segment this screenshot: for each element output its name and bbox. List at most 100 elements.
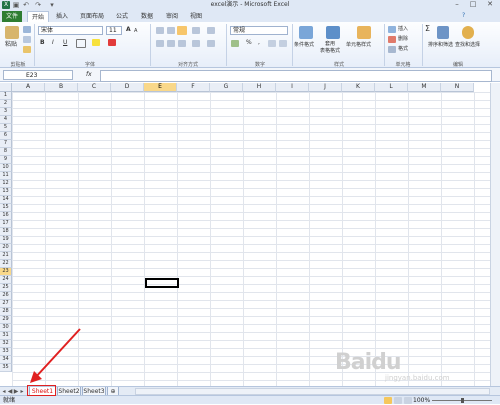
insert-cells-button[interactable]: 插入 xyxy=(398,25,408,33)
row-header[interactable]: 13 xyxy=(0,188,12,196)
format-painter-icon[interactable] xyxy=(23,46,31,53)
column-header[interactable]: I xyxy=(276,83,309,92)
vertical-scrollbar[interactable] xyxy=(490,83,500,386)
row-header[interactable]: 19 xyxy=(0,236,12,244)
row-header[interactable]: 29 xyxy=(0,316,12,324)
tab-review[interactable]: 审阅 xyxy=(162,11,182,22)
copy-icon[interactable] xyxy=(23,36,31,43)
font-color-icon[interactable] xyxy=(108,39,116,46)
decrease-indent-icon[interactable] xyxy=(192,40,200,47)
page-break-view-icon[interactable] xyxy=(404,397,412,404)
align-left-icon[interactable] xyxy=(156,40,164,47)
autosum-button[interactable]: Σ xyxy=(425,25,430,33)
orientation-icon[interactable] xyxy=(192,27,200,34)
cut-icon[interactable] xyxy=(23,26,31,33)
row-header[interactable]: 12 xyxy=(0,180,12,188)
row-header[interactable]: 3 xyxy=(0,108,12,116)
align-bottom-icon[interactable] xyxy=(177,26,187,35)
row-header[interactable]: 4 xyxy=(0,116,12,124)
minimize-button[interactable]: – xyxy=(450,0,464,9)
row-header[interactable]: 26 xyxy=(0,292,12,300)
row-header[interactable]: 28 xyxy=(0,308,12,316)
column-header[interactable]: M xyxy=(408,83,441,92)
row-header[interactable]: 25 xyxy=(0,284,12,292)
delete-cells-button[interactable]: 删除 xyxy=(398,35,408,43)
row-header[interactable]: 21 xyxy=(0,252,12,260)
delete-cells-icon[interactable] xyxy=(388,36,396,43)
row-header[interactable]: 2 xyxy=(0,100,12,108)
row-header[interactable]: 31 xyxy=(0,332,12,340)
tab-page-layout[interactable]: 页面布局 xyxy=(77,11,107,22)
shrink-font-button[interactable]: A xyxy=(134,27,137,35)
row-header[interactable]: 30 xyxy=(0,324,12,332)
underline-button[interactable]: U xyxy=(63,39,67,47)
percent-button[interactable]: % xyxy=(246,39,252,47)
italic-button[interactable]: I xyxy=(52,39,54,47)
row-header[interactable]: 1 xyxy=(0,92,12,100)
tab-data[interactable]: 数据 xyxy=(137,11,157,22)
tab-formulas[interactable]: 公式 xyxy=(112,11,132,22)
formula-input[interactable] xyxy=(100,70,492,82)
row-header[interactable]: 27 xyxy=(0,300,12,308)
comma-button[interactable]: , xyxy=(258,39,260,47)
grow-font-button[interactable]: A xyxy=(126,26,131,34)
column-header[interactable]: E xyxy=(144,83,177,92)
column-header[interactable]: B xyxy=(45,83,78,92)
row-header[interactable]: 5 xyxy=(0,124,12,132)
row-header[interactable]: 34 xyxy=(0,356,12,364)
column-header[interactable]: N xyxy=(441,83,474,92)
row-header[interactable]: 8 xyxy=(0,148,12,156)
border-icon[interactable] xyxy=(76,39,86,48)
column-header[interactable]: G xyxy=(210,83,243,92)
column-header[interactable]: C xyxy=(78,83,111,92)
row-header[interactable]: 17 xyxy=(0,220,12,228)
page-layout-view-icon[interactable] xyxy=(394,397,402,404)
help-icon[interactable]: ? xyxy=(462,12,465,19)
insert-function-button[interactable]: fx xyxy=(86,71,92,79)
paste-button-label[interactable]: 粘贴 xyxy=(5,41,17,49)
font-name-select[interactable]: 宋体 xyxy=(38,26,103,35)
row-header[interactable]: 35 xyxy=(0,364,12,372)
tab-insert[interactable]: 插入 xyxy=(52,11,72,22)
increase-decimal-icon[interactable] xyxy=(268,40,276,47)
name-box[interactable]: E23 xyxy=(3,70,73,80)
tab-file[interactable]: 文件 xyxy=(2,11,22,22)
row-header[interactable]: 15 xyxy=(0,204,12,212)
find-select-button[interactable]: 查找和选择 xyxy=(455,41,480,49)
row-header[interactable]: 33 xyxy=(0,348,12,356)
font-size-select[interactable]: 11 xyxy=(106,26,122,35)
column-header[interactable]: A xyxy=(12,83,45,92)
row-header[interactable]: 11 xyxy=(0,172,12,180)
bold-button[interactable]: B xyxy=(40,39,45,47)
normal-view-icon[interactable] xyxy=(384,397,392,404)
align-right-icon[interactable] xyxy=(178,40,186,47)
row-header[interactable]: 18 xyxy=(0,228,12,236)
column-header[interactable]: D xyxy=(111,83,144,92)
wrap-text-icon[interactable] xyxy=(207,27,215,34)
maximize-button[interactable]: □ xyxy=(466,0,480,9)
find-select-icon[interactable] xyxy=(462,26,474,39)
cell-styles-icon[interactable] xyxy=(357,26,371,39)
conditional-format-button[interactable]: 条件格式 xyxy=(294,41,314,49)
fill-color-icon[interactable] xyxy=(92,39,100,46)
align-middle-icon[interactable] xyxy=(167,27,175,34)
column-header[interactable]: H xyxy=(243,83,276,92)
currency-icon[interactable] xyxy=(231,40,239,47)
row-header[interactable]: 9 xyxy=(0,156,12,164)
decrease-decimal-icon[interactable] xyxy=(279,40,287,47)
number-format-select[interactable]: 常规 xyxy=(230,26,288,35)
row-header[interactable]: 24 xyxy=(0,276,12,284)
cell-styles-button[interactable]: 单元格样式 xyxy=(346,41,371,49)
align-top-icon[interactable] xyxy=(156,27,164,34)
column-header[interactable]: J xyxy=(309,83,342,92)
insert-cells-icon[interactable] xyxy=(388,26,396,33)
tab-view[interactable]: 视图 xyxy=(186,11,206,22)
sort-filter-button[interactable]: 排序和筛选 xyxy=(428,41,453,49)
format-cells-button[interactable]: 格式 xyxy=(398,45,408,53)
column-header[interactable]: K xyxy=(342,83,375,92)
close-button[interactable]: ✕ xyxy=(483,0,497,9)
row-header[interactable]: 23 xyxy=(0,268,12,276)
paste-icon[interactable] xyxy=(5,26,19,39)
row-header[interactable]: 32 xyxy=(0,340,12,348)
row-header[interactable]: 14 xyxy=(0,196,12,204)
